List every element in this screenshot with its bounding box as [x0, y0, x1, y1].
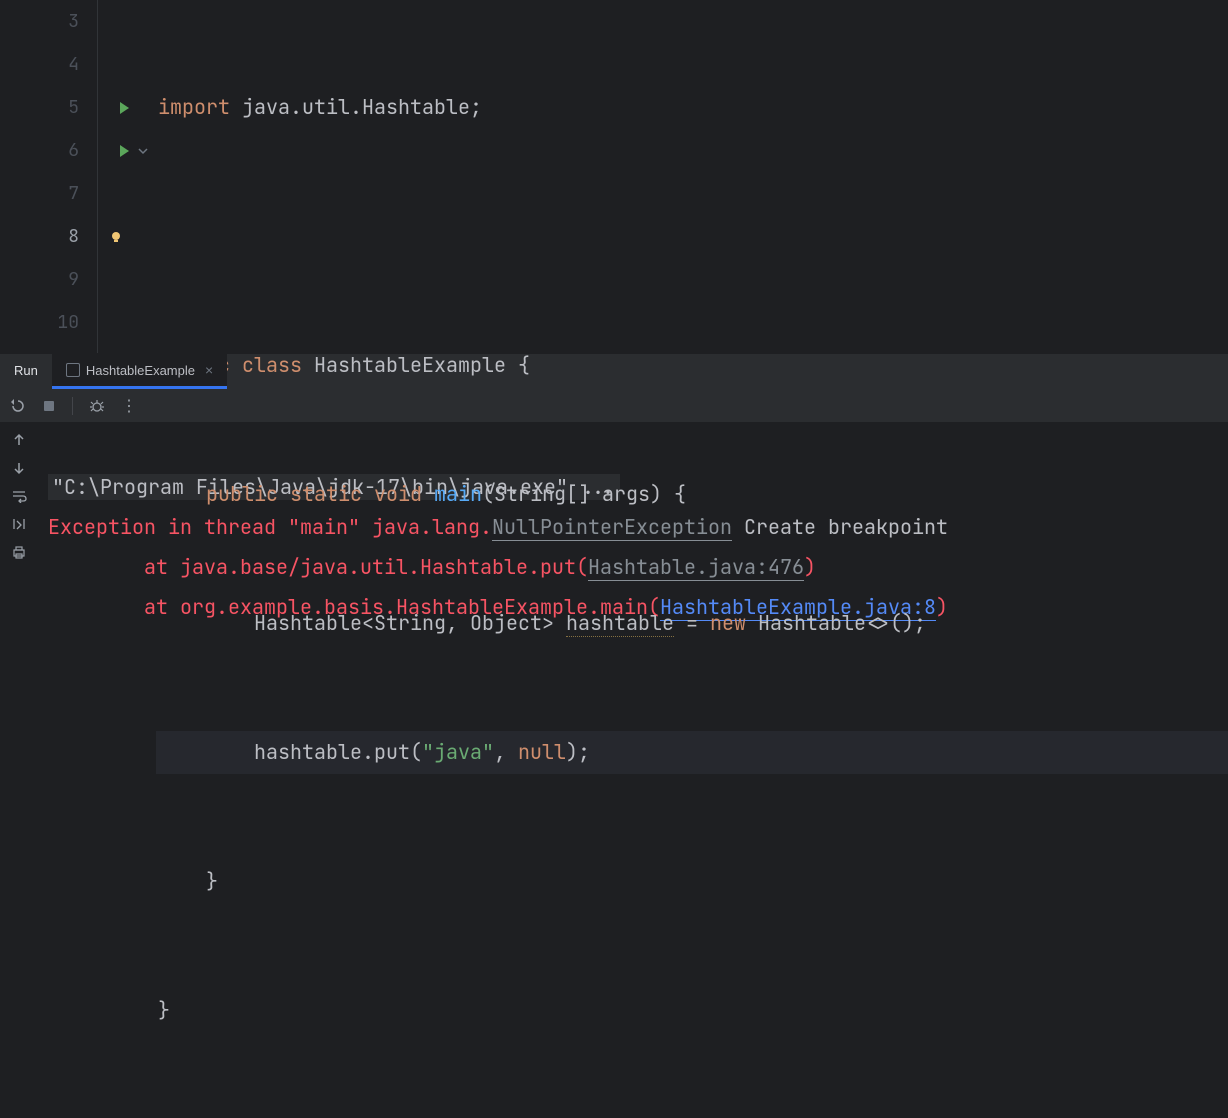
keyword: class [242, 352, 314, 378]
run-gutter-icon[interactable] [117, 144, 131, 158]
class-name: HashtableExample [314, 352, 518, 378]
line-number: 7 [0, 172, 97, 215]
line-number: 3 [0, 0, 97, 43]
code-text: ); [566, 739, 590, 765]
keyword: static [290, 481, 374, 507]
tab-label: HashtableExample [86, 363, 195, 378]
code-text: , [494, 739, 518, 765]
code-text: Hashtable<String, Object> [254, 610, 566, 636]
code-editor[interactable]: 3 4 5 6 7 8 9 10 import java.ut [0, 0, 1228, 353]
console-gutter [0, 423, 38, 643]
run-gutter-icon[interactable] [117, 101, 131, 115]
brace: } [206, 868, 218, 894]
line-number: 6 [0, 129, 97, 172]
scroll-up-icon[interactable] [12, 433, 26, 447]
code-text: = [674, 610, 710, 636]
method-name: main [434, 481, 482, 507]
keyword: new [710, 610, 758, 636]
brace: { [518, 352, 530, 378]
code-text: Hashtable<>(); [758, 610, 926, 636]
line-number: 8 [0, 215, 97, 258]
stop-icon[interactable] [42, 399, 56, 413]
code-area[interactable]: import java.util.Hashtable; public class… [156, 0, 1228, 353]
code-text: java.util.Hashtable; [230, 94, 482, 120]
rerun-icon[interactable] [10, 398, 26, 414]
line-number: 10 [0, 301, 97, 344]
print-icon[interactable] [11, 545, 27, 559]
line-number: 9 [0, 258, 97, 301]
keyword: void [374, 481, 434, 507]
keyword: import [158, 94, 230, 120]
keyword: public [206, 481, 290, 507]
more-icon[interactable]: ⋮ [121, 396, 138, 416]
run-config-tab[interactable]: HashtableExample × [52, 354, 227, 389]
editor-gutter: 3 4 5 6 7 8 9 10 [0, 0, 98, 353]
variable-warning: hashtable [566, 610, 674, 637]
string-literal: "java" [422, 739, 494, 765]
close-tab-icon[interactable]: × [205, 362, 213, 378]
keyword: null [518, 739, 566, 765]
line-number: 4 [0, 43, 97, 86]
scroll-to-end-icon[interactable] [11, 517, 27, 531]
intention-bulb-icon[interactable] [109, 230, 123, 244]
code-text: (String[] args) { [482, 481, 686, 507]
run-config-icon [66, 363, 80, 377]
scroll-down-icon[interactable] [12, 461, 26, 475]
brace: } [158, 997, 170, 1023]
line-number: 5 [0, 86, 97, 129]
separator [72, 397, 73, 415]
soft-wrap-icon[interactable] [11, 489, 27, 503]
code-text: hashtable.put( [254, 739, 422, 765]
run-tool-label[interactable]: Run [0, 354, 52, 389]
debug-icon[interactable] [89, 398, 105, 414]
fold-icon[interactable] [137, 145, 149, 157]
